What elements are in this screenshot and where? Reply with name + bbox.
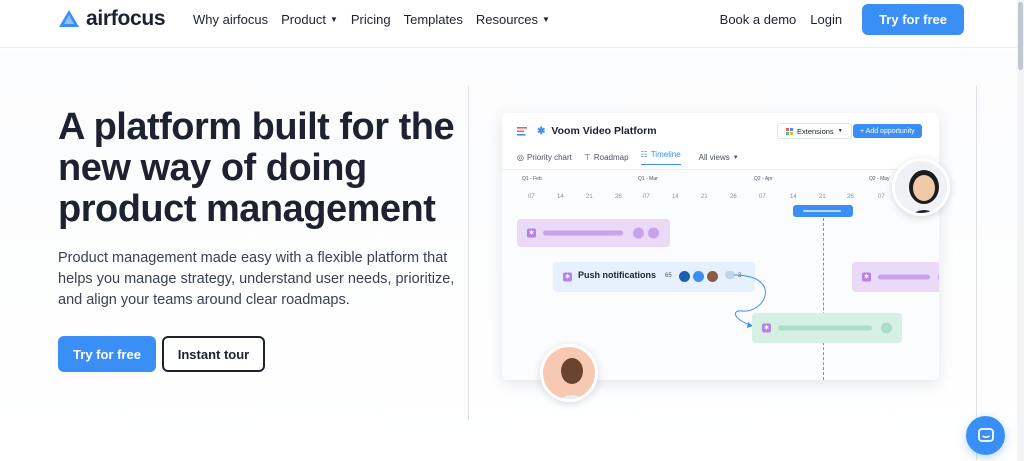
day-label: 14	[672, 194, 679, 200]
star-icon: ✱	[563, 272, 572, 282]
chevron-down-icon: ▼	[837, 128, 843, 134]
bar-dot	[648, 227, 659, 239]
chevron-down-icon: ▼	[732, 154, 739, 161]
chevron-down-icon: ▼	[542, 15, 550, 24]
day-label: 07	[759, 194, 766, 200]
all-views-dropdown[interactable]: All views ▼	[699, 150, 739, 165]
star-icon: ✱	[762, 323, 771, 333]
today-marker	[823, 208, 824, 380]
bar-placeholder	[543, 230, 623, 236]
timeline-bar[interactable]: ✱	[517, 219, 670, 247]
day-label: 26	[615, 194, 622, 200]
avatar	[679, 271, 690, 282]
mockup-header: ✱ Voom Video Platform	[517, 125, 657, 137]
quarter-label: Q1 - Feb	[522, 176, 542, 182]
priority-chart-icon: ◎	[517, 153, 524, 162]
view-tabs: ◎ Priority chart ⊤ Roadmap ☷ Timeline All v…	[517, 150, 739, 165]
chat-icon	[977, 427, 994, 442]
quarter-label: Q2 - May	[869, 176, 890, 182]
divider-line	[468, 86, 469, 420]
add-opportunity-button[interactable]: + Add opportunity	[853, 124, 922, 138]
day-label: 26	[730, 194, 737, 200]
hero-subheadline: Product management made easy with a flex…	[58, 250, 455, 308]
tab-priority-chart[interactable]: ◎ Priority chart	[517, 150, 572, 165]
hero-try-free-button[interactable]: Try for free	[58, 336, 156, 372]
day-label: 07	[643, 194, 650, 200]
nav-product-label: Product	[281, 12, 326, 27]
day-label: 21	[819, 194, 826, 200]
day-label: 14	[557, 194, 564, 200]
extensions-label: Extensions	[797, 126, 834, 136]
all-views-label: All views	[698, 153, 730, 162]
bar-dot	[881, 322, 892, 334]
tab-roadmap-label: Roadmap	[593, 153, 629, 162]
day-label: 07	[878, 194, 885, 200]
day-label: 21	[701, 194, 708, 200]
timeline-bar[interactable]: ✱	[852, 262, 939, 292]
airfocus-logo[interactable]: airfocus	[58, 7, 166, 31]
top-navigation: airfocus Why airfocus Product ▼ Pricing T…	[0, 0, 1024, 48]
nav-templates-label: Templates	[403, 12, 463, 27]
nav-pricing-label: Pricing	[350, 12, 391, 27]
avatar	[707, 271, 718, 282]
timeline-bar-push-notifications[interactable]: ✱ Push notifications 65 3	[553, 262, 755, 292]
extensions-button[interactable]: Extensions ▼	[777, 123, 852, 139]
day-label: 21	[586, 194, 593, 200]
tab-priority-chart-label: Priority chart	[526, 153, 572, 162]
chat-button[interactable]	[966, 416, 1005, 455]
tab-timeline[interactable]: ☷ Timeline	[640, 150, 681, 165]
nav-templates[interactable]: Templates	[404, 12, 463, 27]
timeline-bar[interactable]: ✱	[752, 313, 902, 343]
airfocus-logo-icon	[59, 10, 79, 27]
star-icon: ✱	[527, 228, 536, 238]
account-nav: Book a demo Login Try for free	[720, 4, 964, 35]
extensions-icon	[786, 127, 793, 135]
nav-resources-label: Resources	[475, 12, 539, 27]
chevron-down-icon: ▼	[329, 15, 338, 24]
today-pill	[793, 205, 853, 217]
login-link[interactable]: Login	[810, 12, 842, 27]
bar-dot	[633, 227, 644, 239]
nav-pricing[interactable]: Pricing	[351, 12, 391, 27]
day-label: 26	[847, 194, 854, 200]
list-icon	[517, 126, 527, 136]
instant-tour-button[interactable]: Instant tour	[162, 336, 265, 372]
tab-timeline-label: Timeline	[650, 150, 681, 159]
nav-why-airfocus-label: Why airfocus	[193, 12, 269, 27]
nav-product[interactable]: Product ▼	[281, 12, 338, 27]
hero-headline: A platform built for the new way of doin…	[58, 106, 455, 230]
product-mockup: ✱ Voom Video Platform Extensions ▼ + Add…	[502, 113, 939, 380]
divider-line	[976, 86, 977, 460]
quarter-label: Q2 - Apr	[754, 176, 773, 182]
scrollbar-thumb[interactable]	[1018, 2, 1023, 70]
nav-why-airfocus[interactable]: Why airfocus	[193, 12, 268, 27]
nav-resources[interactable]: Resources ▼	[476, 12, 550, 27]
star-icon: ✱	[862, 272, 871, 282]
bar-dot	[938, 271, 939, 283]
push-notifications-label: Push notifications	[578, 270, 657, 280]
user-avatar-man	[540, 344, 598, 402]
bar-placeholder	[878, 274, 930, 280]
quarter-label: Q1 - Mar	[638, 176, 658, 182]
priority-score: 65	[665, 273, 672, 279]
day-label: 07	[528, 194, 535, 200]
book-demo-link[interactable]: Book a demo	[720, 12, 797, 27]
main-nav: Why airfocus Product ▼ Pricing Templates …	[193, 12, 550, 27]
user-avatar-woman	[892, 158, 950, 216]
roadmap-icon: ⊤	[583, 153, 591, 162]
day-label: 14	[790, 194, 797, 200]
tab-roadmap[interactable]: ⊤ Roadmap	[584, 150, 629, 165]
header-try-free-button[interactable]: Try for free	[862, 4, 964, 35]
avatar	[693, 271, 704, 282]
bar-placeholder	[778, 325, 872, 331]
star-icon: ✱	[537, 125, 546, 137]
mockup-title: Voom Video Platform	[551, 125, 657, 137]
timeline-icon: ☷	[640, 150, 648, 159]
brand-name: airfocus	[86, 7, 166, 30]
